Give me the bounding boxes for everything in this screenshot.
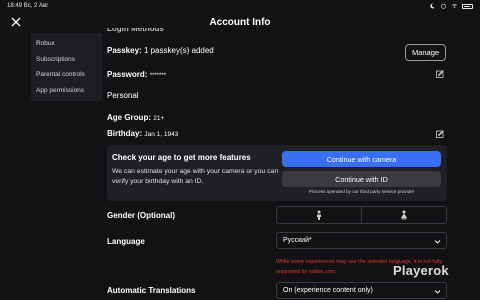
wifi-icon	[451, 3, 458, 9]
language-selected: Русский*	[283, 237, 312, 244]
battery-icon	[462, 3, 473, 9]
age-group-label: Age Group:	[107, 113, 151, 122]
sidebar-item-parental-controls[interactable]: Parental controls	[31, 67, 102, 83]
edit-password-icon[interactable]	[436, 70, 444, 78]
chevron-down-icon	[434, 240, 441, 244]
password-value: *******	[149, 73, 167, 79]
gender-female-option[interactable]	[361, 207, 446, 223]
continue-with-camera-button[interactable]: Continue with camera	[282, 151, 441, 167]
age-check-body: We can estimate your age with your camer…	[112, 168, 279, 185]
language-select[interactable]: Русский*	[276, 232, 447, 249]
birthday-label: Birthday:	[107, 129, 143, 138]
close-icon[interactable]	[10, 16, 22, 28]
translations-select[interactable]: On (experience content only)	[276, 282, 447, 299]
gender-toggle	[276, 206, 447, 224]
male-icon	[317, 210, 321, 220]
chevron-down-icon	[434, 290, 441, 294]
password-label: Password:	[107, 70, 148, 79]
gender-label: Gender (Optional)	[107, 211, 175, 220]
age-group-row: Age Group: 21+	[107, 113, 164, 122]
translations-label: Automatic Translations	[107, 286, 196, 295]
language-label: Language	[107, 237, 145, 246]
birthday-value: Jan 1, 1943	[144, 131, 179, 138]
login-methods-heading: Login Methods	[107, 24, 164, 33]
main-content: Login Methods Passkey: 1 passkey(s) adde…	[107, 0, 449, 300]
passkey-value: 1 passkey(s) added	[143, 46, 214, 55]
translations-selected: On (experience content only)	[283, 287, 373, 294]
personal-heading: Personal	[107, 91, 139, 100]
age-check-title: Check your age to get more features	[112, 153, 251, 162]
sidebar-item-app-permissions[interactable]: App permissions	[31, 83, 102, 99]
manage-passkey-button[interactable]: Manage	[405, 44, 446, 61]
status-date: Вс, 2 Авг	[23, 3, 49, 9]
age-check-card: Check your age to get more features We c…	[107, 145, 447, 201]
passkey-label: Passkey:	[107, 46, 142, 55]
password-row: Password: *******	[107, 70, 166, 79]
age-check-note: Process operated by our third party serv…	[308, 189, 415, 194]
watermark-logo: Playerok	[393, 263, 449, 278]
sidebar-item-robux[interactable]: Robux	[31, 36, 102, 52]
birthday-row: Birthday: Jan 1, 1943	[107, 129, 178, 138]
sidebar-item-subscriptions[interactable]: Subscriptions	[31, 52, 102, 68]
edit-birthday-icon[interactable]	[436, 130, 444, 138]
sidebar-menu: Robux Subscriptions Parental controls Ap…	[31, 33, 102, 101]
female-icon	[400, 210, 408, 220]
age-group-value: 21+	[153, 115, 165, 122]
gender-male-option[interactable]	[277, 207, 361, 223]
status-left: 18:49 Вс, 2 Авг	[7, 3, 48, 9]
status-time: 18:49	[7, 3, 23, 9]
continue-with-id-button[interactable]: Continue with ID	[282, 171, 441, 187]
passkey-row: Passkey: 1 passkey(s) added	[107, 46, 214, 55]
